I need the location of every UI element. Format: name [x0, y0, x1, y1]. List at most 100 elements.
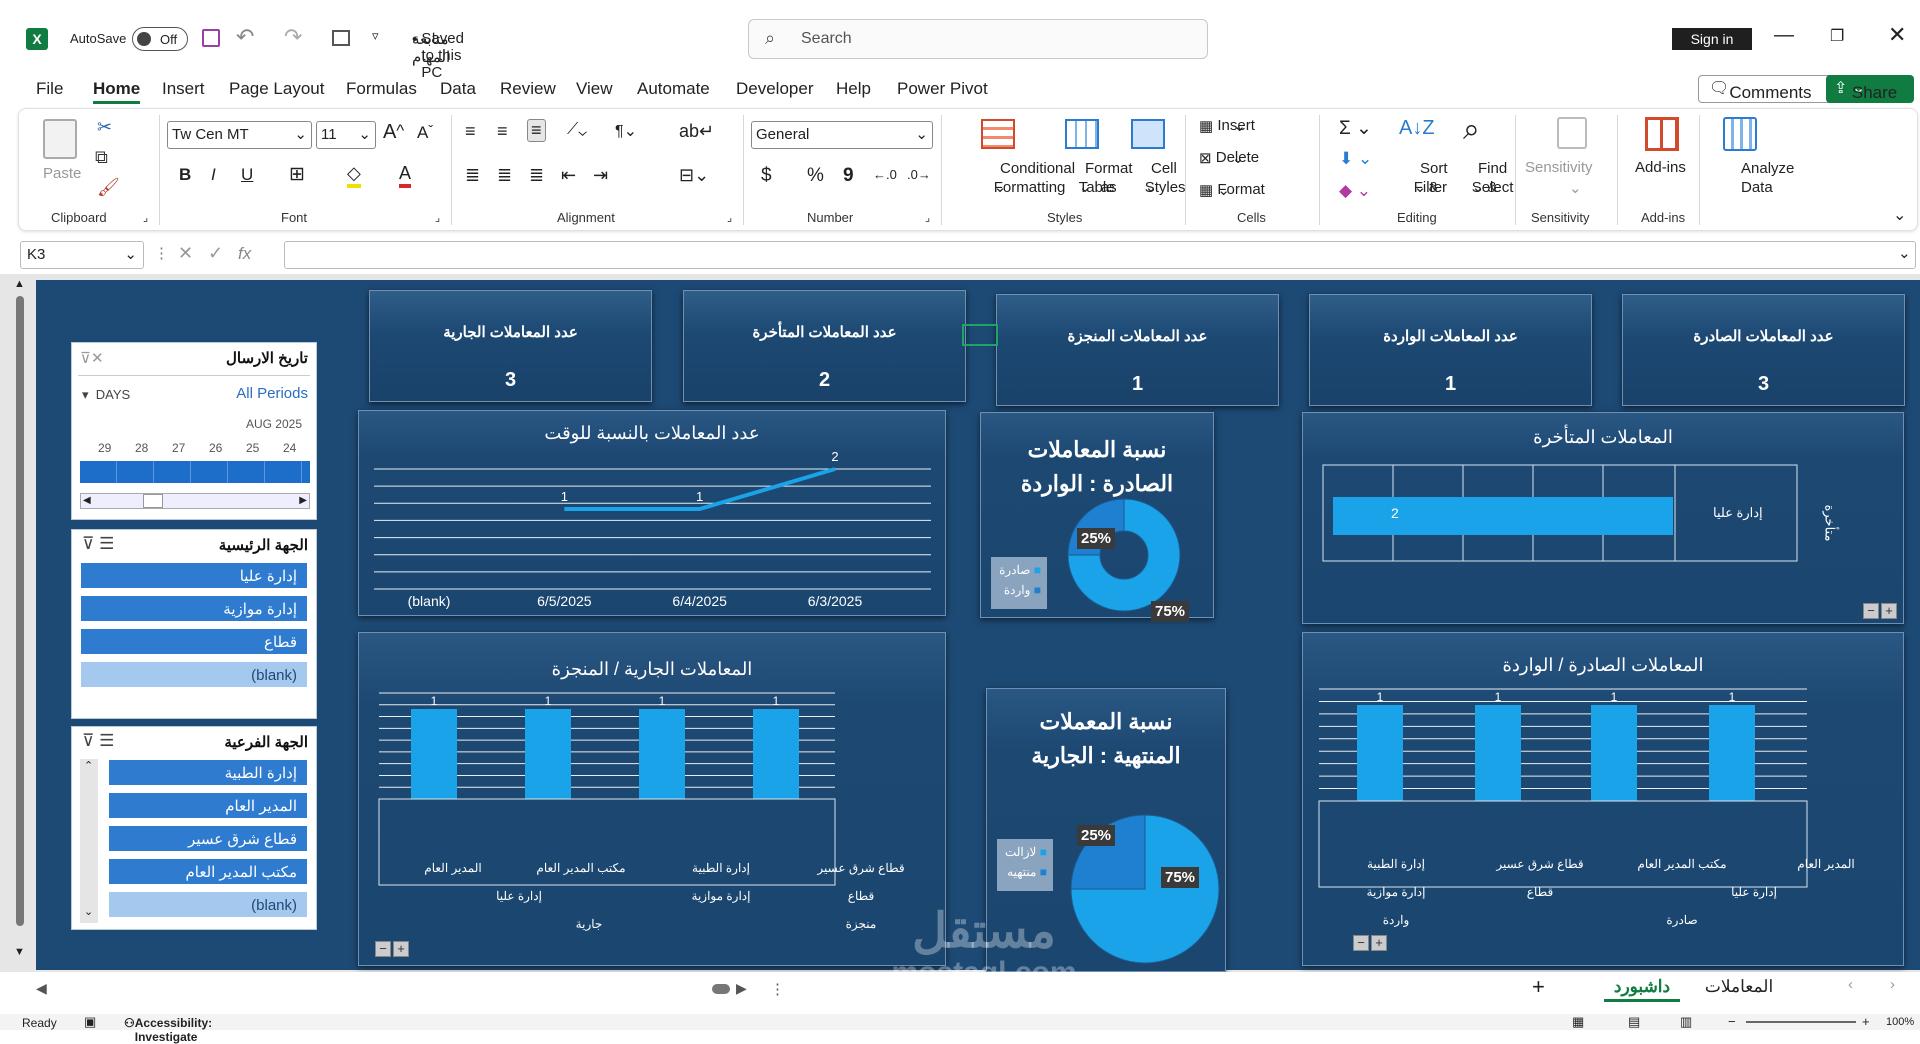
autosave-toggle[interactable]: Off — [132, 27, 188, 51]
tabs-more-icon[interactable]: ⋮ — [770, 980, 785, 998]
collapse-button[interactable]: − — [1353, 935, 1369, 951]
find-select-button[interactable]: Find & Select ⌄ — [1449, 159, 1514, 197]
collapse-button[interactable]: − — [375, 941, 391, 957]
font-color-icon[interactable]: A — [399, 163, 412, 188]
clear-filter-icon[interactable]: ⊽✕ — [80, 349, 104, 367]
expand-button[interactable]: + — [1371, 935, 1387, 951]
font-size-select[interactable]: 11 ⌄ — [316, 121, 376, 149]
find-select-icon[interactable]: ⌕ — [1463, 113, 1480, 147]
grow-font-icon[interactable]: A ^ — [383, 121, 404, 144]
multi-select-icon[interactable]: ⊽ ☰ — [82, 731, 114, 751]
analyze-data-button[interactable]: Analyze Data — [1713, 159, 1794, 196]
zoom-slider[interactable] — [1746, 1021, 1856, 1023]
enter-icon[interactable]: ✓ — [208, 243, 223, 264]
tab-automate[interactable]: Automate — [637, 79, 710, 99]
undo-icon[interactable]: ↶ — [236, 24, 254, 50]
sort-filter-icon[interactable]: A↓Z — [1399, 117, 1435, 140]
comments-button[interactable]: 🗨 Comments — [1698, 75, 1834, 103]
analyze-data-icon[interactable] — [1723, 117, 1757, 151]
bold-button[interactable]: B — [179, 165, 191, 185]
vertical-scrollbar[interactable]: ▲ ▼ — [12, 278, 28, 968]
slicer-item[interactable]: إدارة الطبية — [108, 759, 308, 786]
slicer-item[interactable]: مكتب المدير العام — [108, 858, 308, 885]
customize-qat-icon[interactable]: ▿ — [372, 28, 379, 44]
conditional-formatting-button[interactable]: Conditional Formatting ⌄ — [959, 159, 1075, 197]
timeline-bar[interactable] — [80, 461, 310, 483]
save-icon[interactable] — [202, 29, 220, 47]
timeline-scroll[interactable]: ◀ ▶ — [80, 493, 310, 509]
name-box[interactable]: K3 ⌄ — [20, 241, 144, 269]
timeline-scroll-thumb[interactable] — [143, 494, 163, 508]
format-as-table-button[interactable]: Format as Table ⌄ — [1049, 159, 1133, 197]
align-center-icon[interactable]: ≣ — [497, 165, 512, 186]
number-format-select[interactable]: General ⌄ — [751, 121, 933, 149]
formula-input[interactable] — [284, 241, 1916, 269]
underline-button[interactable]: U — [241, 165, 253, 185]
scroll-thumb[interactable] — [16, 296, 24, 926]
paste-icon[interactable] — [43, 119, 77, 159]
tab-data[interactable]: Data — [440, 79, 476, 99]
cell-styles-icon[interactable] — [1131, 119, 1165, 149]
format-painter-icon[interactable]: 🖌 — [97, 177, 120, 198]
indent-decrease-icon[interactable]: ⇤ — [561, 165, 576, 186]
share-button[interactable]: ⇪ Share ⌄ — [1826, 75, 1914, 103]
tab-formulas[interactable]: Formulas — [346, 79, 417, 99]
multi-select-icon[interactable]: ⊽ ☰ — [82, 534, 114, 554]
selected-cell[interactable] — [962, 324, 998, 346]
format-as-table-icon[interactable] — [1065, 119, 1099, 149]
cell-styles-button[interactable]: Cell Styles ⌄ — [1123, 159, 1186, 197]
form-icon[interactable] — [332, 30, 350, 46]
slicer-scrollbar[interactable]: ⌃ ⌄ — [80, 759, 98, 923]
page-break-view-icon[interactable]: ▥ — [1680, 1014, 1692, 1030]
horizontal-scrollbar[interactable] — [712, 984, 730, 994]
dialog-launcher-icon[interactable]: ⌟ — [143, 211, 148, 224]
scroll-down-icon[interactable]: ▼ — [14, 946, 25, 958]
zoom-out-icon[interactable]: − — [1728, 1014, 1736, 1029]
prev-sheet-icon[interactable]: ‹ — [1848, 976, 1853, 993]
minimize-icon[interactable]: — — [1774, 24, 1794, 47]
add-ins-icon[interactable] — [1645, 117, 1679, 151]
copy-icon[interactable]: ⧉ — [95, 147, 108, 168]
fill-color-icon[interactable]: ◇ — [347, 163, 361, 188]
format-cells-button[interactable]: ▦ Format ⌄ — [1199, 181, 1265, 199]
restore-icon[interactable]: ❐ — [1830, 26, 1844, 46]
tab-page-layout[interactable]: Page Layout — [229, 79, 324, 99]
paste-button[interactable]: Paste — [43, 165, 81, 182]
orientation-icon[interactable]: ⟋⌄ — [567, 121, 587, 139]
tab-file[interactable]: File — [36, 79, 63, 99]
insert-cells-button[interactable]: ▦ Insert ⌄ — [1199, 117, 1255, 135]
collapse-button[interactable]: − — [1863, 603, 1879, 619]
align-left-icon[interactable]: ≣ — [465, 165, 480, 186]
cancel-icon[interactable]: ✕ — [178, 243, 193, 264]
tab-review[interactable]: Review — [500, 79, 556, 99]
align-bottom-icon[interactable]: ≡ — [527, 119, 546, 142]
indent-increase-icon[interactable]: ⇥ — [593, 165, 608, 186]
collapse-ribbon-icon[interactable]: ⌄ — [1893, 205, 1906, 225]
currency-button[interactable]: $ — [761, 165, 772, 187]
wrap-text-icon[interactable]: ab↵ — [679, 121, 714, 142]
search-box[interactable]: ⌕ Search — [748, 19, 1208, 59]
zoom-level[interactable]: 100% — [1886, 1016, 1914, 1028]
tab-power-pivot[interactable]: Power Pivot — [897, 79, 988, 99]
scroll-up-icon[interactable]: ▲ — [14, 278, 25, 290]
normal-view-icon[interactable]: ▦ — [1572, 1014, 1584, 1030]
slicer-item[interactable]: المدير العام — [108, 792, 308, 819]
close-icon[interactable]: ✕ — [1888, 22, 1906, 48]
next-sheet-icon[interactable]: › — [1890, 976, 1895, 993]
dialog-launcher-icon[interactable]: ⌟ — [727, 211, 732, 224]
percent-button[interactable]: % — [807, 165, 824, 187]
sort-filter-button[interactable]: Sort & Filter ⌄ — [1395, 159, 1448, 197]
sensitivity-button[interactable]: Sensitivity — [1525, 159, 1593, 176]
dialog-launcher-icon[interactable]: ⌟ — [435, 211, 440, 224]
cut-icon[interactable]: ✂ — [97, 117, 112, 138]
conditional-formatting-icon[interactable] — [981, 119, 1015, 149]
tab-home[interactable]: Home — [93, 79, 141, 104]
merge-center-icon[interactable]: ⊟⌄ — [679, 165, 709, 186]
clear-icon[interactable]: ◆ ⌄ — [1339, 181, 1371, 201]
scroll-right-icon[interactable]: ▶ — [736, 980, 747, 997]
add-sheet-button[interactable]: + — [1532, 974, 1545, 1000]
shrink-font-icon[interactable]: Aˇ — [417, 123, 433, 143]
expand-formula-icon[interactable]: ⌄ — [1898, 244, 1911, 262]
align-middle-icon[interactable]: ≡ — [497, 121, 508, 142]
tab-insert[interactable]: Insert — [162, 79, 205, 99]
